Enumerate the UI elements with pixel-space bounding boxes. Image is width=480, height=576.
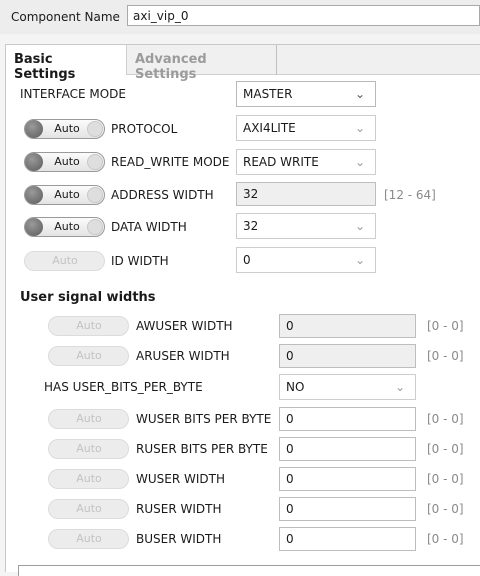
buser-width-label: BUSER WIDTH — [136, 532, 222, 546]
toggle-knob — [25, 153, 43, 171]
read-write-mode-label: READ_WRITE MODE — [111, 155, 230, 169]
toggle-label: Auto — [76, 532, 102, 545]
awuser-width-label: AWUSER WIDTH — [136, 319, 233, 333]
buser-width-range: [0 - 0] — [427, 532, 464, 546]
wuser-width-auto-toggle: Auto — [48, 469, 129, 489]
address-width-auto-toggle[interactable]: Auto — [24, 185, 105, 205]
interface-mode-label: INTERFACE MODE — [20, 87, 126, 101]
aruser-width-field[interactable]: 0 — [279, 344, 416, 368]
id-width-auto-toggle: Auto — [24, 251, 105, 271]
component-name-bar: Component Name axi_vip_0 — [0, 0, 480, 34]
ruser-width-auto-toggle: Auto — [48, 499, 129, 519]
toggle-label: Auto — [54, 122, 80, 135]
toggle-knob — [25, 186, 43, 204]
address-width-field[interactable]: 32 — [236, 182, 376, 206]
toggle-end-cap — [87, 154, 103, 170]
read-write-mode-dropdown[interactable]: READ WRITE ⌄ — [236, 149, 376, 175]
chevron-down-icon: ⌄ — [354, 87, 365, 101]
data-width-label: DATA WIDTH — [111, 220, 187, 234]
ruser-bits-per-byte-auto-toggle: Auto — [48, 439, 129, 459]
toggle-label: Auto — [76, 442, 102, 455]
component-name-input[interactable]: axi_vip_0 — [127, 5, 480, 26]
toggle-label: Auto — [76, 349, 102, 362]
awuser-width-field[interactable]: 0 — [279, 314, 416, 338]
aruser-width-label: ARUSER WIDTH — [136, 349, 230, 363]
toggle-end-cap — [87, 121, 103, 137]
protocol-label: PROTOCOL — [111, 122, 178, 136]
aruser-width-range: [0 - 0] — [427, 349, 464, 363]
buser-width-field[interactable]: 0 — [279, 527, 416, 551]
wuser-bits-per-byte-auto-toggle: Auto — [48, 409, 129, 429]
toggle-end-cap — [87, 187, 103, 203]
wuser-width-label: WUSER WIDTH — [136, 472, 225, 486]
ruser-width-field[interactable]: 0 — [279, 497, 416, 521]
toggle-label: Auto — [76, 412, 102, 425]
tab-basic-settings[interactable]: Basic Settings — [6, 45, 127, 82]
has-user-bits-per-byte-label: HAS USER_BITS_PER_BYTE — [44, 380, 203, 394]
toggle-label: Auto — [54, 155, 80, 168]
toggle-knob — [25, 218, 43, 236]
chevron-down-icon: ⌄ — [354, 155, 365, 169]
chevron-down-icon: ⌄ — [354, 253, 365, 267]
id-width-value: 0 — [243, 253, 251, 267]
component-name-label: Component Name — [11, 10, 120, 24]
protocol-dropdown[interactable]: AXI4LITE ⌄ — [236, 115, 376, 141]
wuser-bits-per-byte-field[interactable]: 0 — [279, 407, 416, 431]
toggle-label: Auto — [54, 220, 80, 233]
toggle-knob — [25, 120, 43, 138]
address-width-label: ADDRESS WIDTH — [111, 188, 214, 202]
tab-bar: Basic Settings Advanced Settings — [6, 45, 480, 82]
has-user-bits-per-byte-value: NO — [286, 380, 305, 394]
toggle-label: Auto — [76, 319, 102, 332]
wuser-bits-per-byte-range: [0 - 0] — [427, 412, 464, 426]
address-width-range: [12 - 64] — [384, 188, 436, 202]
wuser-width-range: [0 - 0] — [427, 472, 464, 486]
ruser-width-range: [0 - 0] — [427, 502, 464, 516]
chevron-down-icon: ⌄ — [354, 121, 365, 135]
settings-panel: Basic Settings Advanced Settings INTERFA… — [5, 44, 480, 576]
ruser-bits-per-byte-label: RUSER BITS PER BYTE — [136, 442, 268, 456]
buser-width-auto-toggle: Auto — [48, 529, 129, 549]
interface-mode-dropdown[interactable]: MASTER ⌄ — [236, 81, 376, 107]
data-width-auto-toggle[interactable]: Auto — [24, 217, 105, 237]
wuser-width-field[interactable]: 0 — [279, 467, 416, 491]
interface-mode-value: MASTER — [243, 87, 293, 101]
read-write-mode-value: READ WRITE — [243, 155, 319, 169]
has-user-bits-per-byte-dropdown[interactable]: NO ⌄ — [279, 374, 416, 400]
data-width-value: 32 — [243, 219, 259, 233]
toggle-label: Auto — [76, 502, 102, 515]
protocol-value: AXI4LITE — [243, 121, 296, 135]
toggle-label: Auto — [52, 254, 78, 267]
chevron-down-icon: ⌄ — [354, 219, 365, 233]
read-write-mode-auto-toggle[interactable]: Auto — [24, 152, 105, 172]
awuser-width-auto-toggle: Auto — [48, 316, 129, 336]
toggle-label: Auto — [54, 188, 80, 201]
ruser-width-label: RUSER WIDTH — [136, 502, 222, 516]
data-width-dropdown[interactable]: 32 ⌄ — [236, 213, 376, 239]
toggle-end-cap — [87, 219, 103, 235]
id-width-label: ID WIDTH — [111, 254, 169, 268]
id-width-dropdown[interactable]: 0 ⌄ — [236, 247, 376, 273]
ruser-bits-per-byte-field[interactable]: 0 — [279, 437, 416, 461]
tab-advanced-settings[interactable]: Advanced Settings — [127, 45, 277, 82]
aruser-width-auto-toggle: Auto — [48, 346, 129, 366]
chevron-down-icon: ⌄ — [394, 380, 405, 394]
ruser-bits-per-byte-range: [0 - 0] — [427, 442, 464, 456]
protocol-auto-toggle[interactable]: Auto — [24, 119, 105, 139]
wuser-bits-per-byte-label: WUSER BITS PER BYTE — [136, 412, 272, 426]
user-signal-widths-title: User signal widths — [20, 290, 156, 305]
toggle-label: Auto — [76, 472, 102, 485]
awuser-width-range: [0 - 0] — [427, 319, 464, 333]
